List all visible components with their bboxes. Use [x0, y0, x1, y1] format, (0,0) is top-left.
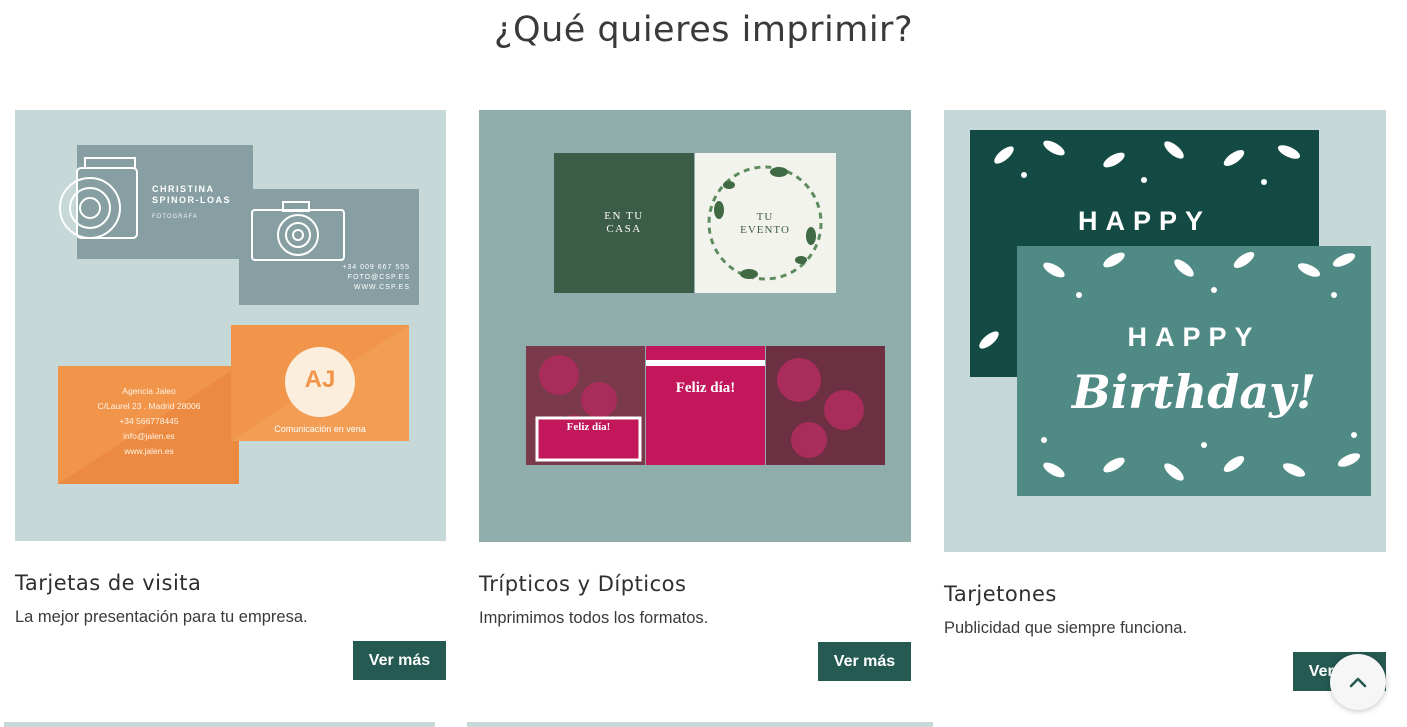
greeting-small-text: Feliz día!: [566, 421, 611, 433]
scroll-to-top-button[interactable]: [1330, 654, 1386, 710]
page-title: ¿Qué quieres imprimir?: [493, 10, 914, 50]
event-line-1: TU: [756, 211, 774, 223]
agency-name-text: Agencia Jaleo: [122, 386, 176, 396]
card-role-text: FOTOGRAFA: [152, 214, 198, 220]
brochures-image[interactable]: EN TU CASA TU EVENTO Feliz día! Feliz dí…: [479, 110, 911, 542]
card-contact-block: +34 009 667 555 FOTO@CSP.ES WWW.CSP.ES: [315, 263, 410, 293]
agency-web-text: www.jalen.es: [124, 446, 174, 456]
event-line-2: EVENTO: [740, 224, 790, 236]
cover-line-2: CASA: [606, 223, 642, 235]
product-card-tripticos-y-dipticos: EN TU CASA TU EVENTO Feliz día! Feliz dí…: [479, 110, 911, 681]
card-web-text: WWW.CSP.ES: [353, 284, 410, 291]
event-text: TU EVENTO: [730, 211, 800, 237]
agency-tagline-text: Comunicación en vena: [274, 424, 366, 434]
product-card-tarjetones: HAPPY HAPPY Birthday! Tarjetones Publici…: [944, 110, 1386, 691]
ver-mas-button[interactable]: Ver más: [818, 642, 911, 681]
agency-phone-text: +34 566778445: [119, 416, 179, 426]
next-row-card-edge: [4, 722, 435, 727]
cover-line-1: EN TU: [604, 210, 644, 222]
chevron-up-icon: [1349, 677, 1367, 688]
card-phone-text: +34 009 667 555: [342, 264, 410, 271]
product-card-tarjetas-de-visita: CHRISTINA SPINOR-LOAS FOTOGRAFA +34 009 …: [15, 110, 446, 680]
business-cards-image[interactable]: CHRISTINA SPINOR-LOAS FOTOGRAFA +34 009 …: [15, 110, 446, 541]
agency-email-text: info@jalen.es: [123, 431, 175, 441]
card-description: Imprimimos todos los formatos.: [479, 609, 709, 627]
card-title: Tarjetones: [944, 582, 1057, 606]
ver-mas-button[interactable]: Ver más: [353, 641, 446, 680]
card-description: La mejor presentación para tu empresa.: [15, 608, 308, 626]
greeting-cards-image[interactable]: HAPPY HAPPY Birthday!: [944, 110, 1386, 552]
card-title: Tarjetas de visita: [15, 571, 202, 595]
front-card-word: HAPPY: [1127, 322, 1261, 352]
agency-logo-text: AJ: [304, 366, 336, 393]
back-card-word: HAPPY: [1077, 206, 1212, 236]
agency-address-text: C/Laurel 23 , Madrid 28006: [97, 401, 201, 411]
card-email-text: FOTO@CSP.ES: [347, 274, 410, 281]
card-description: Publicidad que siempre funciona.: [944, 619, 1188, 637]
card-name-text: CHRISTINA SPINOR-LOAS: [152, 184, 232, 205]
agency-contact-block: Agencia Jaleo C/Laurel 23 , Madrid 28006…: [81, 384, 217, 459]
next-row-card-edge: [467, 722, 933, 727]
cover-text: EN TU CASA: [584, 210, 664, 236]
card-title: Trípticos y Dípticos: [479, 572, 687, 596]
front-card-script: Birthday!: [1071, 365, 1317, 419]
greeting-big-text: Feliz día!: [675, 380, 736, 396]
